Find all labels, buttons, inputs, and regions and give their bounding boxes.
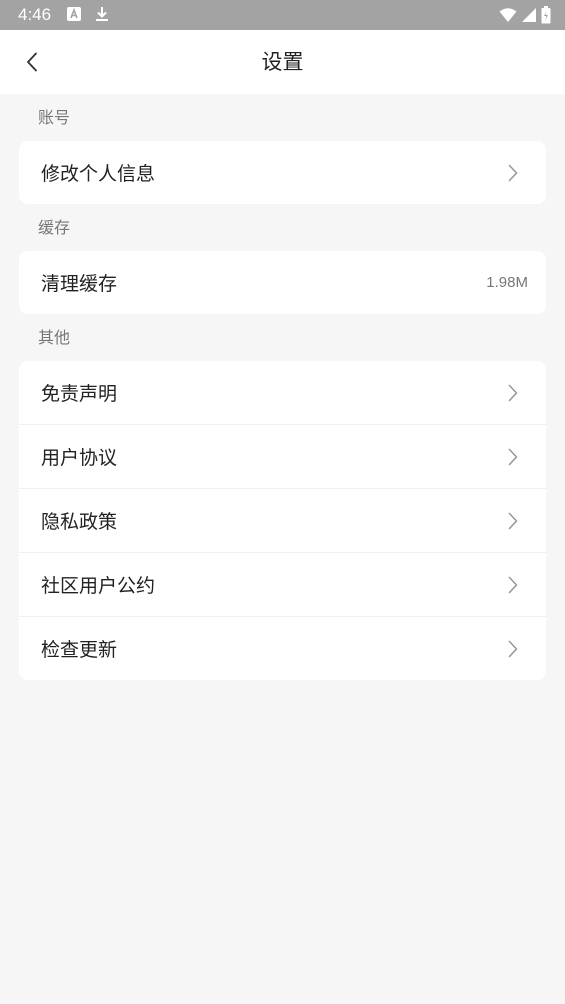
disclaimer-row[interactable]: 免责声明 <box>19 361 546 424</box>
chevron-right-icon <box>506 640 520 658</box>
page-title: 设置 <box>261 50 304 74</box>
community-convention-row[interactable]: 社区用户公约 <box>19 552 546 616</box>
section-label-account: 账号 <box>38 108 71 127</box>
account-card: 修改个人信息 <box>19 141 546 204</box>
app-notification-icon <box>67 7 81 21</box>
edit-profile-row[interactable]: 修改个人信息 <box>19 141 546 204</box>
section-label-other: 其他 <box>38 328 71 347</box>
status-bar: 4:46 <box>0 0 565 30</box>
other-card: 免责声明 用户协议 隐私政策 社区用户公约 检查更新 <box>19 361 546 680</box>
chevron-right-icon <box>506 384 520 402</box>
chevron-right-icon <box>506 164 520 182</box>
clear-cache-row[interactable]: 清理缓存 1.98M <box>19 251 546 314</box>
row-label: 用户协议 <box>41 447 118 469</box>
top-app-bar: 设置 <box>0 30 565 94</box>
signal-icon <box>522 8 536 22</box>
privacy-policy-row[interactable]: 隐私政策 <box>19 488 546 552</box>
chevron-right-icon <box>506 512 520 530</box>
user-agreement-row[interactable]: 用户协议 <box>19 424 546 488</box>
row-label: 检查更新 <box>41 639 118 661</box>
chevron-right-icon <box>506 576 520 594</box>
row-label: 免责声明 <box>41 383 118 405</box>
chevron-right-icon <box>506 448 520 466</box>
row-label: 隐私政策 <box>41 511 118 533</box>
wifi-icon <box>499 8 517 22</box>
row-label: 修改个人信息 <box>41 163 156 185</box>
cache-card: 清理缓存 1.98M <box>19 251 546 314</box>
row-label: 社区用户公约 <box>41 575 156 597</box>
section-label-cache: 缓存 <box>38 218 71 237</box>
download-icon <box>96 7 108 21</box>
row-label: 清理缓存 <box>41 273 118 295</box>
status-icons <box>499 6 551 24</box>
check-update-row[interactable]: 检查更新 <box>19 616 546 680</box>
status-time: 4:46 <box>18 5 52 24</box>
battery-icon <box>541 6 551 24</box>
cache-size-value: 1.98M <box>486 274 528 291</box>
back-button[interactable] <box>14 44 50 80</box>
chevron-left-icon <box>27 52 37 72</box>
